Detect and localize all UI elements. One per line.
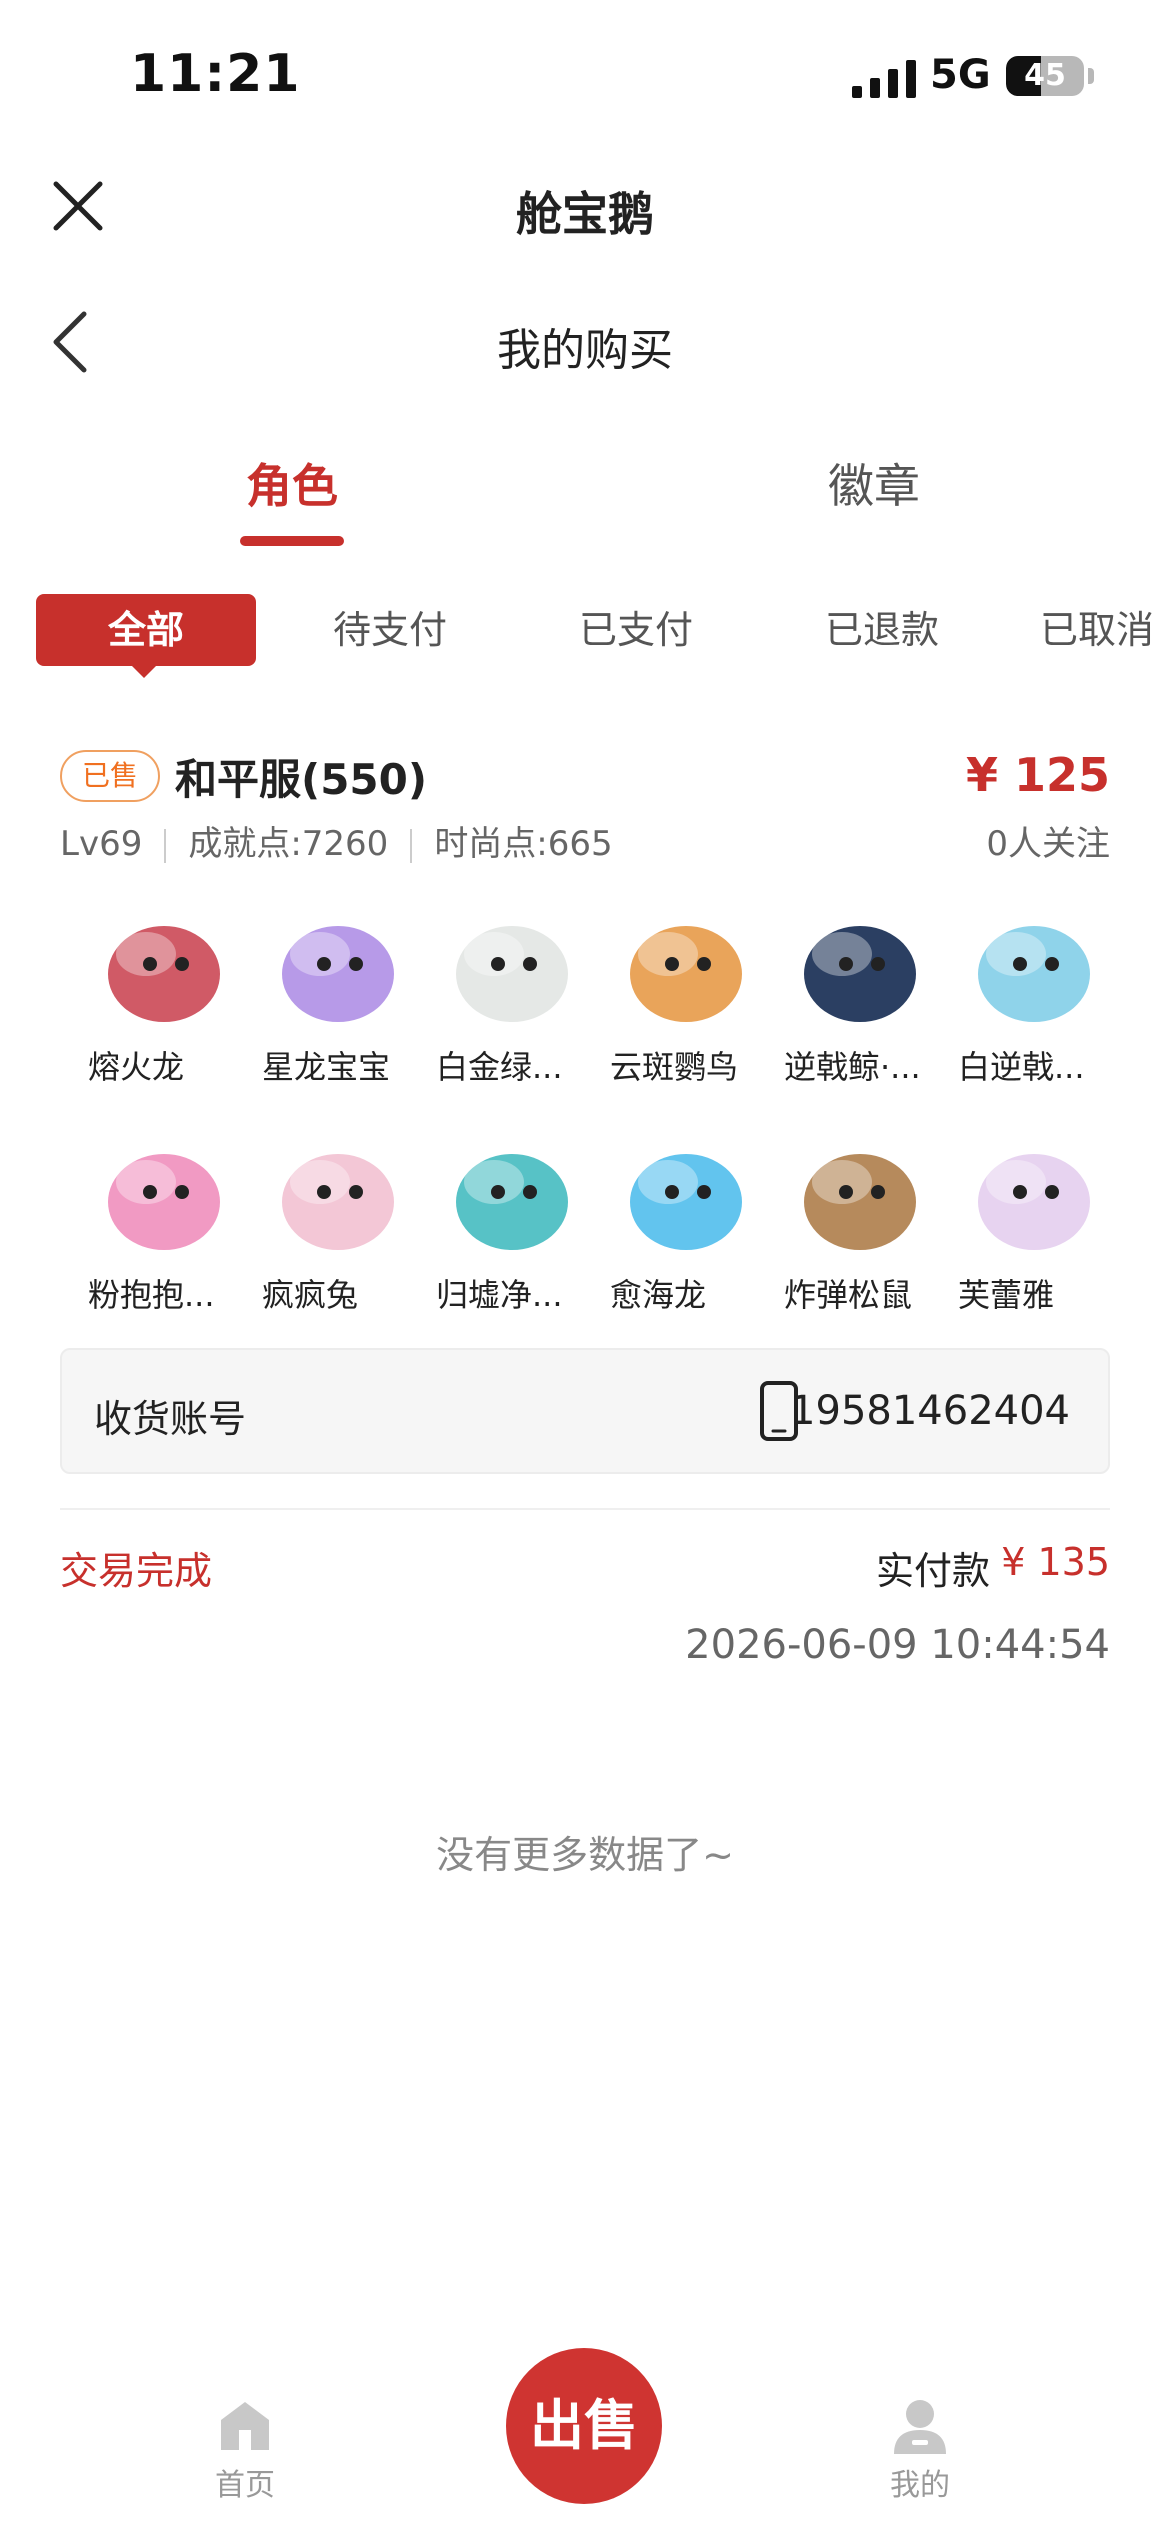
app-header: 舱宝鹅 [0,150,1170,262]
sub-tabs: 全部 待支付 已支付 已退款 已取消 [0,594,1170,684]
pet-item[interactable]: 芙蕾雅 [958,1120,1108,1335]
pet-name: 归墟净... [436,1276,563,1314]
pet-name: 逆戟鲸·... [784,1048,921,1086]
pet-item[interactable]: 疯疯兔 [262,1120,412,1335]
home-icon [221,2402,269,2450]
subtab-active-pointer [126,660,162,678]
pet-name: 炸弹松鼠 [784,1276,913,1314]
tab-underline [240,536,344,546]
pet-item[interactable]: 白逆戟... [958,892,1108,1107]
paid-amount: ¥ 135 [1001,1540,1110,1584]
pet-name: 粉抱抱... [88,1276,215,1314]
paid-label: 实付款 [875,1549,990,1593]
dragon-icon [94,892,234,1032]
whale-icon [964,892,1104,1032]
pet-item[interactable]: 熔火龙 [88,892,238,1107]
pet-item[interactable]: 逆戟鲸·... [784,892,934,1107]
pet-name: 云斑鹦鸟 [610,1048,739,1086]
rabbit-icon [268,1120,408,1260]
subtab-cancelled[interactable]: 已取消 [1040,594,1170,666]
account-value: 19581462404 [790,1388,1070,1434]
pet-item[interactable]: 归墟净... [436,1120,586,1335]
status-bar: 11:21 5G 45 [0,0,1170,150]
delivery-account: 收货账号 19581462404 [60,1348,1110,1474]
trade-status: 交易完成 [60,1549,213,1593]
creature-icon [442,892,582,1032]
no-more-data: 没有更多数据了~ [436,1833,734,1877]
pet-name: 白逆戟... [958,1048,1085,1086]
battery-level: 45 [1024,58,1066,93]
follower-count: 0人关注 [986,824,1110,864]
pet-name: 白金绿... [436,1048,563,1086]
pet-name: 熔火龙 [88,1048,185,1086]
nav-mine[interactable]: 我的 [850,2396,990,2504]
tab-badge[interactable]: 徽章 [724,450,1024,516]
status-badge: 已售 [60,750,160,802]
battery-tip [1088,68,1094,84]
role-stats: Lv69 成就点:7260 时尚点:665 [60,816,613,865]
subtab-all[interactable]: 全部 [36,594,256,666]
character-icon [964,1120,1104,1260]
pet-item[interactable]: 愈海龙 [610,1120,760,1335]
sell-button[interactable]: 出售 [506,2348,662,2504]
achievement-points: 成就点:7260 [188,824,389,864]
network-type: 5G [930,52,991,98]
bird-icon [616,892,756,1032]
bottom-nav: 首页 出售 我的 [0,2340,1170,2532]
stats-separator [410,828,413,863]
dragon-icon [442,1120,582,1260]
subtab-pending-payment[interactable]: 待支付 [300,594,480,666]
order-time: 2026-06-09 10:44:54 [685,1622,1110,1668]
dragon-icon [268,892,408,1032]
page-title: 我的购买 [497,325,673,376]
pet-item[interactable]: 炸弹松鼠 [784,1120,934,1335]
main-tabs: 角色 徽章 [0,440,1170,550]
subtab-paid[interactable]: 已支付 [546,594,726,666]
signal-icon [852,60,916,98]
pet-name: 星龙宝宝 [262,1048,391,1086]
status-time: 11:21 [130,44,301,104]
whale-icon [790,892,930,1032]
squirrel-icon [790,1120,930,1260]
account-label: 收货账号 [94,1397,247,1441]
pet-name: 芙蕾雅 [958,1276,1055,1314]
user-icon [894,2400,946,2454]
fashion-points: 时尚点:665 [434,824,613,864]
nav-home[interactable]: 首页 [175,2396,315,2504]
pet-item[interactable]: 白金绿... [436,892,586,1107]
battery-icon: 45 [1006,56,1084,96]
bear-icon [94,1120,234,1260]
tab-character[interactable]: 角色 [142,450,442,516]
app-title: 舱宝鹅 [516,187,654,241]
divider [60,1508,1110,1510]
pet-item[interactable]: 粉抱抱... [88,1120,238,1335]
server-name: 和平服(550) [175,755,428,804]
pet-item[interactable]: 云斑鹦鸟 [610,892,760,1107]
subtab-refunded[interactable]: 已退款 [792,594,972,666]
order-price: ¥ 125 [965,748,1110,802]
page-header: 我的购买 [0,290,1170,400]
dragon-icon [616,1120,756,1260]
nav-mine-label: 我的 [890,2468,950,2503]
pet-item[interactable]: 星龙宝宝 [262,892,412,1107]
pet-name: 愈海龙 [610,1276,707,1314]
pet-name: 疯疯兔 [262,1276,359,1314]
stats-separator [164,828,167,863]
role-level: Lv69 [60,824,143,864]
nav-home-label: 首页 [215,2468,275,2503]
